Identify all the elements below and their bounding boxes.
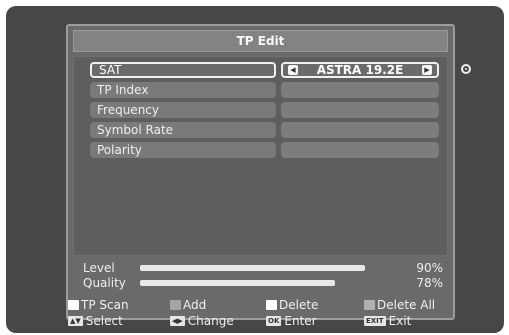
legend-delete-all[interactable]: Delete All [364,298,435,312]
field-row-tp-index[interactable]: TP Index [90,82,440,98]
dialog-title: TP Edit [73,30,448,52]
quality-percent: 78% [416,276,443,290]
white-key-icon [68,300,79,310]
white-key-icon [266,300,277,310]
level-bar [140,265,365,271]
tv-screen: TP Edit SAT ◀ ASTRA 19.2E ▶ TP Index Fre… [6,6,504,333]
legend-tp-scan-label: TP Scan [81,298,129,312]
field-list: SAT ◀ ASTRA 19.2E ▶ TP Index Frequency S… [73,56,471,256]
field-value-polarity[interactable] [281,142,439,158]
level-track [140,265,390,271]
quality-track [140,280,390,286]
field-value-frequency[interactable] [281,102,439,118]
level-percent: 90% [416,261,443,275]
arrow-right-icon[interactable]: ▶ [422,65,432,75]
ok-key-icon: OK [266,316,282,326]
field-value-tp-index[interactable] [281,82,439,98]
legend-delete-all-label: Delete All [377,298,436,312]
gray-key-icon [364,300,375,310]
quality-label: Quality [83,276,126,290]
quality-bar [140,280,335,286]
left-right-arrow-icon: ◀▶ [170,316,185,326]
radio-icon [461,64,471,74]
legend-select-label: Select [85,314,123,328]
field-label-tp-index: TP Index [90,82,276,98]
field-row-sat[interactable]: SAT ◀ ASTRA 19.2E ▶ [90,62,471,78]
legend-change-label: Change [187,314,234,328]
quality-meter: Quality 78% [83,276,443,290]
level-meter: Level 90% [83,261,443,275]
field-label-frequency: Frequency [90,102,276,118]
legend-delete[interactable]: Delete [266,298,318,312]
legend-enter[interactable]: OK Enter [266,314,317,328]
legend-change[interactable]: ◀▶ Change [170,314,234,328]
tp-edit-dialog: TP Edit SAT ◀ ASTRA 19.2E ▶ TP Index Fre… [66,24,471,328]
up-down-arrow-icon: ▲▼ [68,316,83,326]
level-label: Level [83,261,115,275]
legend-enter-label: Enter [284,314,317,328]
legend-exit[interactable]: EXIT Exit [364,314,411,328]
gray-key-icon [170,300,181,310]
legend-delete-label: Delete [279,298,319,312]
legend-exit-label: Exit [388,314,412,328]
arrow-left-icon[interactable]: ◀ [288,65,298,75]
legend-select[interactable]: ▲▼ Select [68,314,123,328]
dialog-title-text: TP Edit [236,34,285,48]
field-label-sat: SAT [90,62,276,78]
field-row-frequency[interactable]: Frequency [90,102,440,118]
field-value-symbol-rate[interactable] [281,122,439,138]
legend-add[interactable]: Add [170,298,206,312]
field-label-polarity: Polarity [90,142,276,158]
legend-add-label: Add [183,298,207,312]
field-label-symbol-rate: Symbol Rate [90,122,276,138]
legend-tp-scan[interactable]: TP Scan [68,298,129,312]
field-row-polarity[interactable]: Polarity [90,142,440,158]
sat-selector[interactable]: ◀ ASTRA 19.2E ▶ [281,62,439,78]
exit-key-icon: EXIT [364,316,386,326]
field-row-symbol-rate[interactable]: Symbol Rate [90,122,440,138]
sat-value: ASTRA 19.2E [316,63,404,77]
